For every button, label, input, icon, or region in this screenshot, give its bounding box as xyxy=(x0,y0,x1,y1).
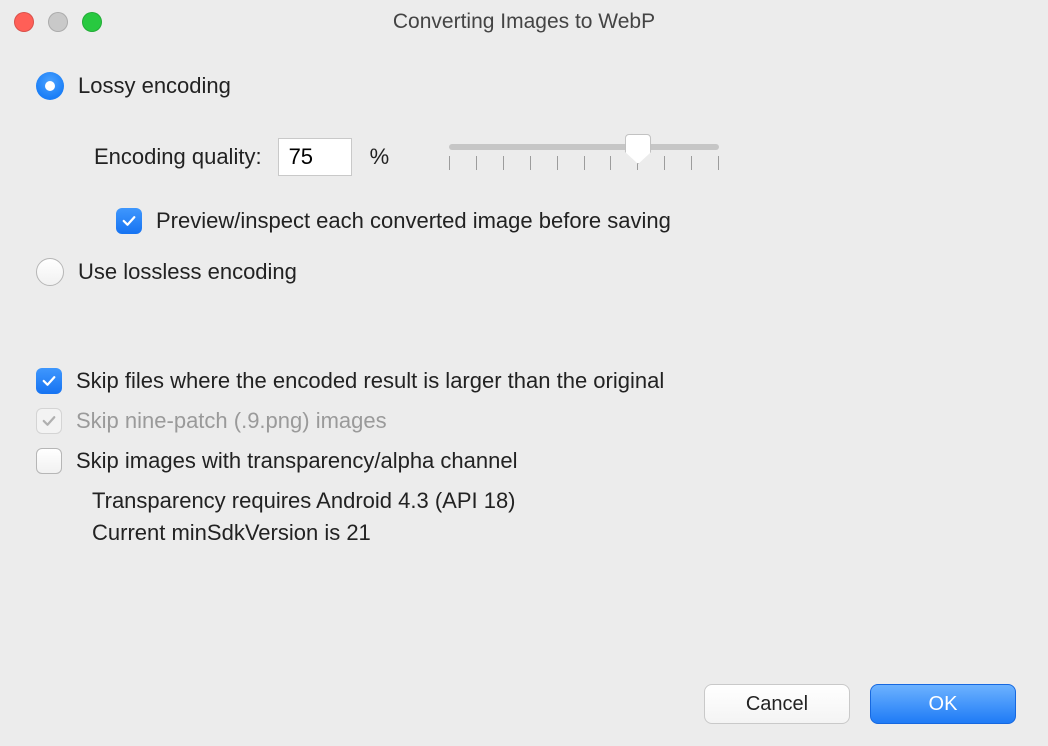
ok-button[interactable]: OK xyxy=(870,684,1016,724)
checkbox-skip-larger-label: Skip files where the encoded result is l… xyxy=(76,368,664,394)
quality-row: Encoding quality: % xyxy=(94,136,1012,178)
checkbox-skip-larger[interactable]: Skip files where the encoded result is l… xyxy=(36,368,1012,394)
quality-input[interactable] xyxy=(278,138,352,176)
quality-label: Encoding quality: xyxy=(94,144,262,170)
checkbox-icon xyxy=(36,368,62,394)
close-icon[interactable] xyxy=(14,12,34,32)
checkbox-skip-alpha-label: Skip images with transparency/alpha chan… xyxy=(76,448,517,474)
slider-ticks xyxy=(449,156,719,170)
checkbox-preview[interactable]: Preview/inspect each converted image bef… xyxy=(116,208,1012,234)
minimize-icon[interactable] xyxy=(48,12,68,32)
checkbox-icon xyxy=(36,448,62,474)
checkbox-icon xyxy=(116,208,142,234)
zoom-icon[interactable] xyxy=(82,12,102,32)
dialog-footer: Cancel OK xyxy=(704,684,1016,724)
checkbox-skip-ninepatch: Skip nine-patch (.9.png) images xyxy=(36,408,1012,434)
quality-slider[interactable] xyxy=(449,136,719,178)
cancel-button[interactable]: Cancel xyxy=(704,684,850,724)
checkbox-preview-label: Preview/inspect each converted image bef… xyxy=(156,208,671,234)
window-controls xyxy=(14,12,102,32)
radio-icon xyxy=(36,258,64,286)
titlebar: Converting Images to WebP xyxy=(0,0,1048,44)
checkbox-icon xyxy=(36,408,62,434)
checkbox-skip-ninepatch-label: Skip nine-patch (.9.png) images xyxy=(76,408,387,434)
radio-lossless-label: Use lossless encoding xyxy=(78,259,297,285)
window-title: Converting Images to WebP xyxy=(393,10,655,34)
quality-unit: % xyxy=(370,144,390,170)
checkbox-skip-alpha[interactable]: Skip images with transparency/alpha chan… xyxy=(36,448,1012,474)
slider-track xyxy=(449,144,719,150)
radio-icon xyxy=(36,72,64,100)
radio-lossy-label: Lossy encoding xyxy=(78,73,231,99)
alpha-note-2: Current minSdkVersion is 21 xyxy=(92,520,1012,546)
radio-lossless[interactable]: Use lossless encoding xyxy=(36,258,1012,286)
dialog-content: Lossy encoding Encoding quality: % Previ… xyxy=(0,44,1048,560)
alpha-note-1: Transparency requires Android 4.3 (API 1… xyxy=(92,488,1012,514)
radio-lossy[interactable]: Lossy encoding xyxy=(36,72,1012,100)
